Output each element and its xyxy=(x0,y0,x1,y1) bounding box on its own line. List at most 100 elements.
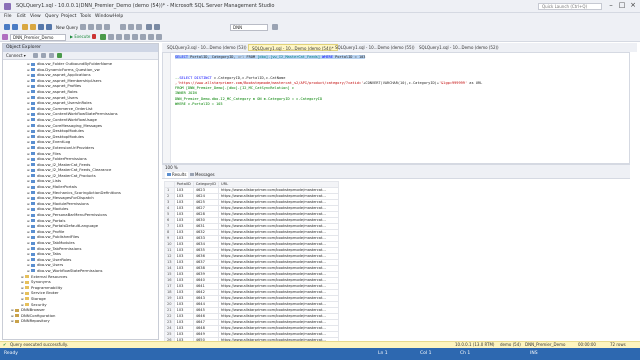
forward-icon[interactable] xyxy=(12,24,18,30)
menu-file[interactable]: File xyxy=(4,14,12,19)
table-cell[interactable]: https://www.allstarprimer.com/bookstepmo… xyxy=(217,319,339,326)
view-icon xyxy=(31,118,35,122)
results-text-icon[interactable] xyxy=(132,34,138,40)
sql-code[interactable]: SELECT PortalID, CategoryID, url FROM [d… xyxy=(175,55,625,107)
tab-query-1[interactable]: SQLQuery3.sql - 10...Demo (demo (53)) xyxy=(164,44,250,51)
quick-launch-input[interactable]: Quick Launch (Ctrl+Q) xyxy=(538,3,602,10)
table-cell[interactable]: https://www.allstarprimer.com/bookstepmo… xyxy=(217,193,339,200)
editor-gutter xyxy=(163,53,171,163)
tree-item-label: dbo.vw_TabModules xyxy=(37,240,75,245)
menu-view[interactable]: View xyxy=(30,14,41,19)
minimize-icon[interactable]: – xyxy=(606,1,616,10)
undo-icon[interactable] xyxy=(146,24,152,30)
menu-query[interactable]: Query xyxy=(45,14,59,19)
table-cell[interactable]: https://www.allstarprimer.com/bookstepmo… xyxy=(217,283,339,290)
table-cell[interactable]: https://www.allstarprimer.com/bookstepmo… xyxy=(217,253,339,260)
include-plan-icon[interactable] xyxy=(124,34,130,40)
analysis-icon[interactable] xyxy=(88,24,94,30)
copy-icon[interactable] xyxy=(128,24,134,30)
tree-item-label: dbo.vw_aspnet_Users xyxy=(37,94,79,100)
object-explorer-panel: Object Explorer Connect ▾ ⊞ dbo.vw_Folder… xyxy=(2,43,159,340)
table-cell[interactable]: https://www.allstarprimer.com/bookstepmo… xyxy=(217,259,339,266)
stop-icon[interactable] xyxy=(41,53,46,58)
database-select[interactable]: DNN_Premier_Demo xyxy=(10,34,66,41)
table-cell[interactable]: https://www.allstarprimer.com/bookstepmo… xyxy=(217,301,339,308)
tab-query-4[interactable]: SQLQuery1.sql - 10...Demo (demo (52)) xyxy=(416,44,502,51)
query-editor[interactable]: SELECT PortalID, CategoryID, url FROM [d… xyxy=(162,52,630,164)
table-cell[interactable]: https://www.allstarprimer.com/bookstepmo… xyxy=(217,235,339,242)
new-query-button[interactable]: New Query xyxy=(56,25,78,30)
tab-messages[interactable]: Messages xyxy=(188,172,217,178)
folder-icon xyxy=(25,297,29,301)
menu-window[interactable]: Window xyxy=(95,14,113,19)
view-icon xyxy=(31,191,35,195)
new-project-icon[interactable] xyxy=(22,24,28,30)
toolbar: New Query DNN DNN_Premier_Demo ▶ Execute xyxy=(0,22,640,42)
dmx-icon[interactable] xyxy=(104,24,110,30)
stop-icon[interactable] xyxy=(92,34,96,39)
xmla-icon[interactable] xyxy=(96,24,102,30)
table-cell[interactable]: https://www.allstarprimer.com/bookstepmo… xyxy=(217,271,339,278)
parse-icon[interactable] xyxy=(100,34,106,40)
table-cell[interactable]: https://www.allstarprimer.com/bookstepmo… xyxy=(217,217,339,224)
view-icon xyxy=(31,252,35,256)
table-cell[interactable]: https://www.allstarprimer.com/bookstepmo… xyxy=(217,289,339,296)
tree-item[interactable]: ⊞ DNNRepository xyxy=(3,318,158,324)
save-icon[interactable] xyxy=(38,24,44,30)
connect-button[interactable]: Connect ▾ xyxy=(6,53,26,58)
uncomment-icon[interactable] xyxy=(156,34,162,40)
table-cell[interactable]: https://www.allstarprimer.com/bookstepmo… xyxy=(217,277,339,284)
table-cell[interactable]: https://www.allstarprimer.com/bookstepmo… xyxy=(217,229,339,236)
intellisense-icon[interactable] xyxy=(116,34,122,40)
table-cell[interactable]: https://www.allstarprimer.com/bookstepmo… xyxy=(217,247,339,254)
column-header[interactable]: CategoryID xyxy=(192,181,219,188)
tab-results[interactable]: Results xyxy=(165,172,189,178)
find-icon[interactable] xyxy=(272,24,278,30)
table-cell[interactable]: https://www.allstarprimer.com/bookstepmo… xyxy=(217,241,339,248)
menu-edit[interactable]: Edit xyxy=(17,14,26,19)
table-cell[interactable]: https://www.allstarprimer.com/bookstepmo… xyxy=(217,199,339,206)
back-icon[interactable] xyxy=(4,24,10,30)
save-all-icon[interactable] xyxy=(46,24,52,30)
refresh-icon[interactable] xyxy=(57,53,62,58)
table-cell[interactable]: https://www.allstarprimer.com/bookstepmo… xyxy=(217,187,339,194)
tab-query-3[interactable]: SQLQuery1.sql - 10...Demo (demo (55)) xyxy=(332,44,418,51)
table-cell[interactable]: https://www.allstarprimer.com/bookstepmo… xyxy=(217,205,339,212)
tree-item-label: dbo.vw_I2_MasterCat_Feeds xyxy=(37,161,91,167)
results-grid-icon[interactable] xyxy=(140,34,146,40)
column-header[interactable]: PortalID xyxy=(173,181,194,188)
tab-query-2[interactable]: SQLQuery1.sql - 10...Demo (demo (54))* xyxy=(248,44,338,51)
table-cell[interactable]: https://www.allstarprimer.com/bookstepmo… xyxy=(217,307,339,314)
tree-item-label: Storage xyxy=(31,295,46,301)
table-cell[interactable]: https://www.allstarprimer.com/bookstepmo… xyxy=(217,313,339,320)
table-cell[interactable]: https://www.allstarprimer.com/bookstepmo… xyxy=(217,223,339,230)
maximize-icon[interactable]: □ xyxy=(617,1,627,10)
table-cell[interactable]: https://www.allstarprimer.com/bookstepmo… xyxy=(217,211,339,218)
execute-button[interactable]: ▶ Execute xyxy=(70,34,90,39)
disconnect-icon[interactable] xyxy=(33,53,38,58)
table-cell[interactable]: https://www.allstarprimer.com/bookstepmo… xyxy=(217,265,339,272)
comment-icon[interactable] xyxy=(148,34,154,40)
table-cell[interactable]: https://www.allstarprimer.com/bookstepmo… xyxy=(217,331,339,338)
menu-tools[interactable]: Tools xyxy=(80,14,91,19)
display-plan-icon[interactable] xyxy=(108,34,114,40)
table-cell[interactable]: https://www.allstarprimer.com/bookstepmo… xyxy=(217,325,339,332)
paste-icon[interactable] xyxy=(136,24,142,30)
db-engine-icon[interactable] xyxy=(80,24,86,30)
redo-icon[interactable] xyxy=(154,24,160,30)
menu-help[interactable]: Help xyxy=(113,14,123,19)
search-box[interactable]: DNN xyxy=(230,24,268,31)
document-tabs: SQLQuery3.sql - 10...Demo (demo (53)) SQL… xyxy=(162,43,637,52)
tree-item-label: dbo.vw_Tabs xyxy=(37,251,61,257)
open-icon[interactable] xyxy=(30,24,36,30)
expand-icon[interactable]: ⊞ xyxy=(11,319,14,325)
char-number: Ch 1 xyxy=(460,351,471,356)
close-icon[interactable]: × xyxy=(628,1,638,10)
view-icon xyxy=(31,62,35,66)
cut-icon[interactable] xyxy=(120,24,126,30)
table-cell[interactable]: https://www.allstarprimer.com/bookstepmo… xyxy=(217,295,339,302)
object-explorer-icon[interactable] xyxy=(2,34,8,40)
menu-project[interactable]: Project xyxy=(61,14,76,19)
tree-item-label: dbo.vw_EventLog xyxy=(37,139,71,145)
filter-icon[interactable] xyxy=(49,53,54,58)
